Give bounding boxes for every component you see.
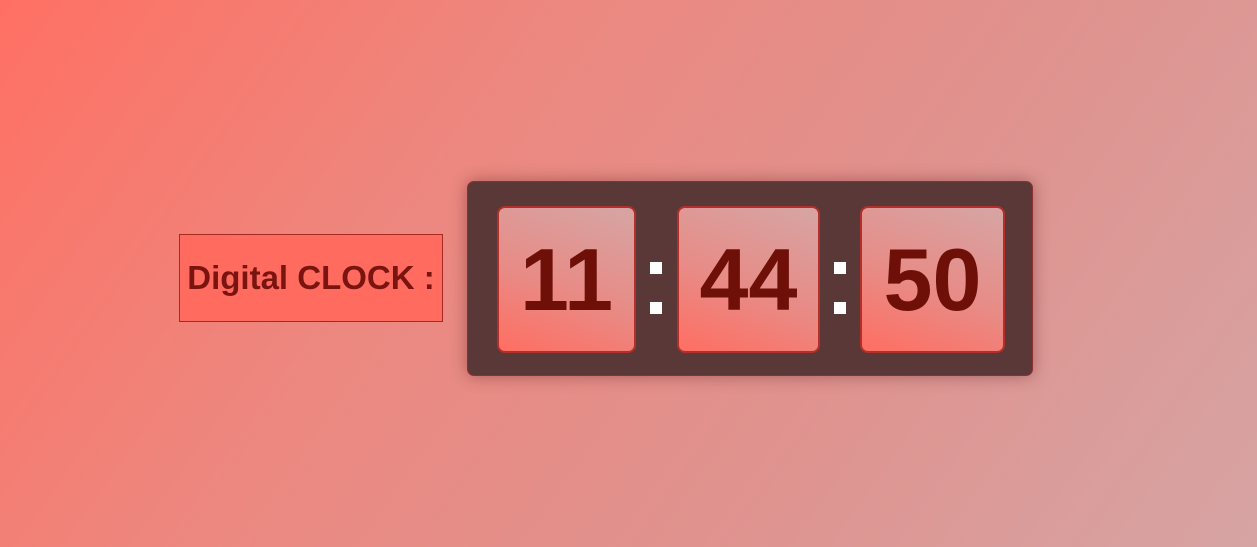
hours-card: 11 [497,206,636,353]
separator-dot-bottom [650,302,662,314]
seconds-value: 50 [883,229,982,329]
hours-value: 11 [519,229,614,329]
clock-label: Digital CLOCK : [187,259,435,296]
separator-colon-1 [650,262,662,322]
minutes-value: 44 [699,229,798,329]
separator-colon-2 [834,262,846,322]
separator-dot-top [834,262,846,274]
seconds-card: 50 [860,206,1005,353]
minutes-card: 44 [677,206,820,353]
clock-label-box: Digital CLOCK : [179,234,443,322]
separator-dot-bottom [834,302,846,314]
clock-panel: 11 44 50 [467,181,1033,376]
separator-dot-top [650,262,662,274]
